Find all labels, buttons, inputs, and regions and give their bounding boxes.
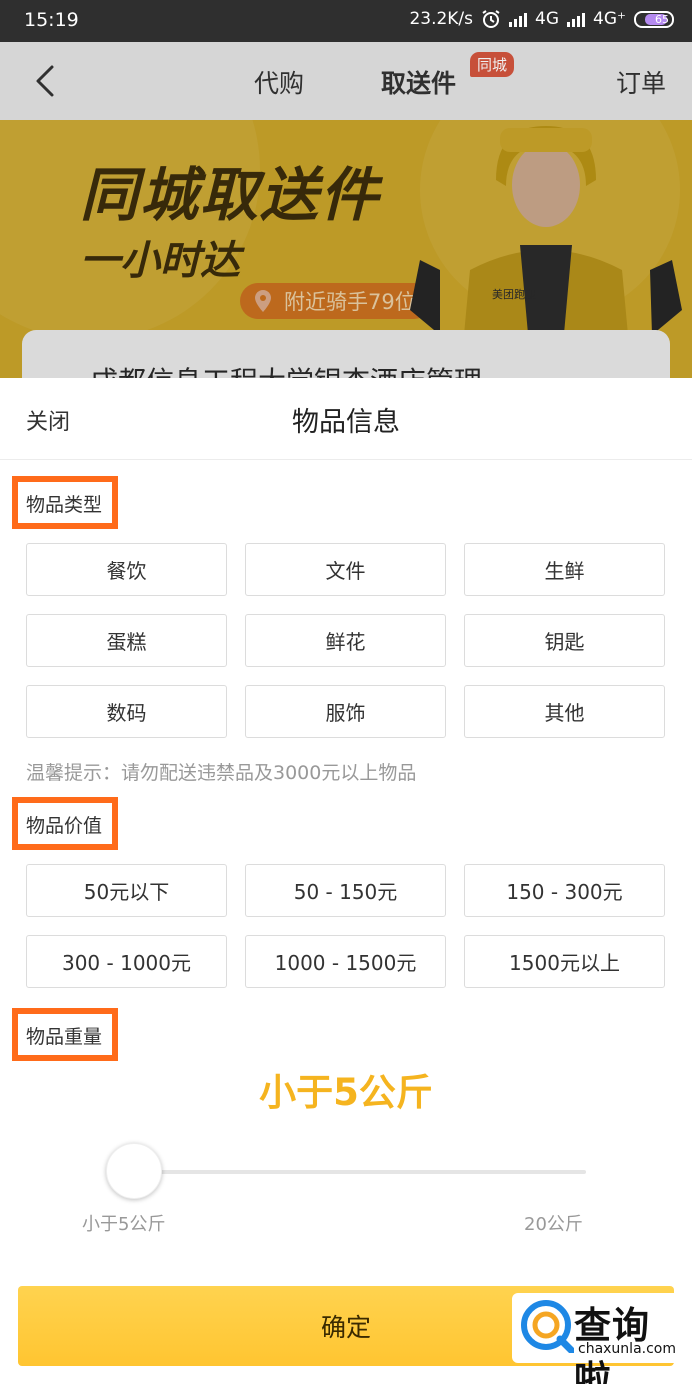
type-option-food[interactable]: 餐饮	[26, 543, 227, 596]
sheet-title: 物品信息	[292, 407, 400, 438]
type-option-digital[interactable]: 数码	[26, 685, 227, 738]
weight-range-max: 20公斤	[524, 1214, 583, 1235]
type-option-clothing[interactable]: 服饰	[245, 685, 446, 738]
type-option-keys[interactable]: 钥匙	[464, 614, 665, 667]
item-info-sheet: 关闭 物品信息 物品类型 餐饮 文件 生鲜 蛋糕 鲜花 钥匙 数码 服饰 其他 …	[0, 378, 692, 1384]
watermark-en: chaxunla.com	[578, 1341, 676, 1357]
signal-icon	[509, 11, 528, 27]
dim-overlay[interactable]	[0, 42, 692, 378]
value-option-150-300[interactable]: 150 - 300元	[464, 864, 665, 917]
type-option-cake[interactable]: 蛋糕	[26, 614, 227, 667]
type-option-other[interactable]: 其他	[464, 685, 665, 738]
sheet-header: 关闭 物品信息	[0, 378, 692, 460]
value-option-1000-1500[interactable]: 1000 - 1500元	[245, 935, 446, 988]
type-option-flowers[interactable]: 鲜花	[245, 614, 446, 667]
item-type-grid: 餐饮 文件 生鲜 蛋糕 鲜花 钥匙 数码 服饰 其他	[26, 543, 666, 738]
status-bar: 15:19 23.2K/s 4G 4G⁺ 65	[0, 0, 692, 42]
item-value-grid: 50元以下 50 - 150元 150 - 300元 300 - 1000元 1…	[26, 864, 666, 988]
item-value-label: 物品价值	[12, 797, 119, 850]
weight-range-min: 小于5公斤	[82, 1214, 166, 1235]
network-speed: 23.2K/s	[409, 9, 474, 29]
site-watermark: 查询啦 chaxunla.com	[512, 1293, 684, 1384]
item-weight-label: 物品重量	[12, 1008, 119, 1061]
network-type-1: 4G	[535, 9, 560, 29]
signal-icon-2	[567, 11, 586, 27]
battery-icon: 65	[634, 10, 674, 28]
weight-slider-handle[interactable]	[106, 1143, 162, 1199]
value-option-over-1500[interactable]: 1500元以上	[464, 935, 665, 988]
battery-level: 65	[655, 12, 669, 26]
magnifier-logo-icon	[521, 1300, 574, 1353]
weight-value: 小于5公斤	[259, 1071, 433, 1114]
warning-tip: 温馨提示：请勿配送违禁品及3000元以上物品	[26, 762, 417, 784]
value-option-under-50[interactable]: 50元以下	[26, 864, 227, 917]
watermark-cn: 查询啦	[574, 1304, 650, 1384]
alarm-icon	[482, 10, 500, 28]
network-type-2: 4G⁺	[593, 9, 626, 29]
type-option-fresh[interactable]: 生鲜	[464, 543, 665, 596]
value-option-300-1000[interactable]: 300 - 1000元	[26, 935, 227, 988]
type-option-document[interactable]: 文件	[245, 543, 446, 596]
weight-slider-track[interactable]	[134, 1170, 586, 1174]
item-type-label: 物品类型	[12, 476, 119, 529]
status-icons: 23.2K/s 4G 4G⁺ 65	[409, 9, 674, 29]
value-option-50-150[interactable]: 50 - 150元	[245, 864, 446, 917]
status-time: 15:19	[24, 9, 79, 31]
